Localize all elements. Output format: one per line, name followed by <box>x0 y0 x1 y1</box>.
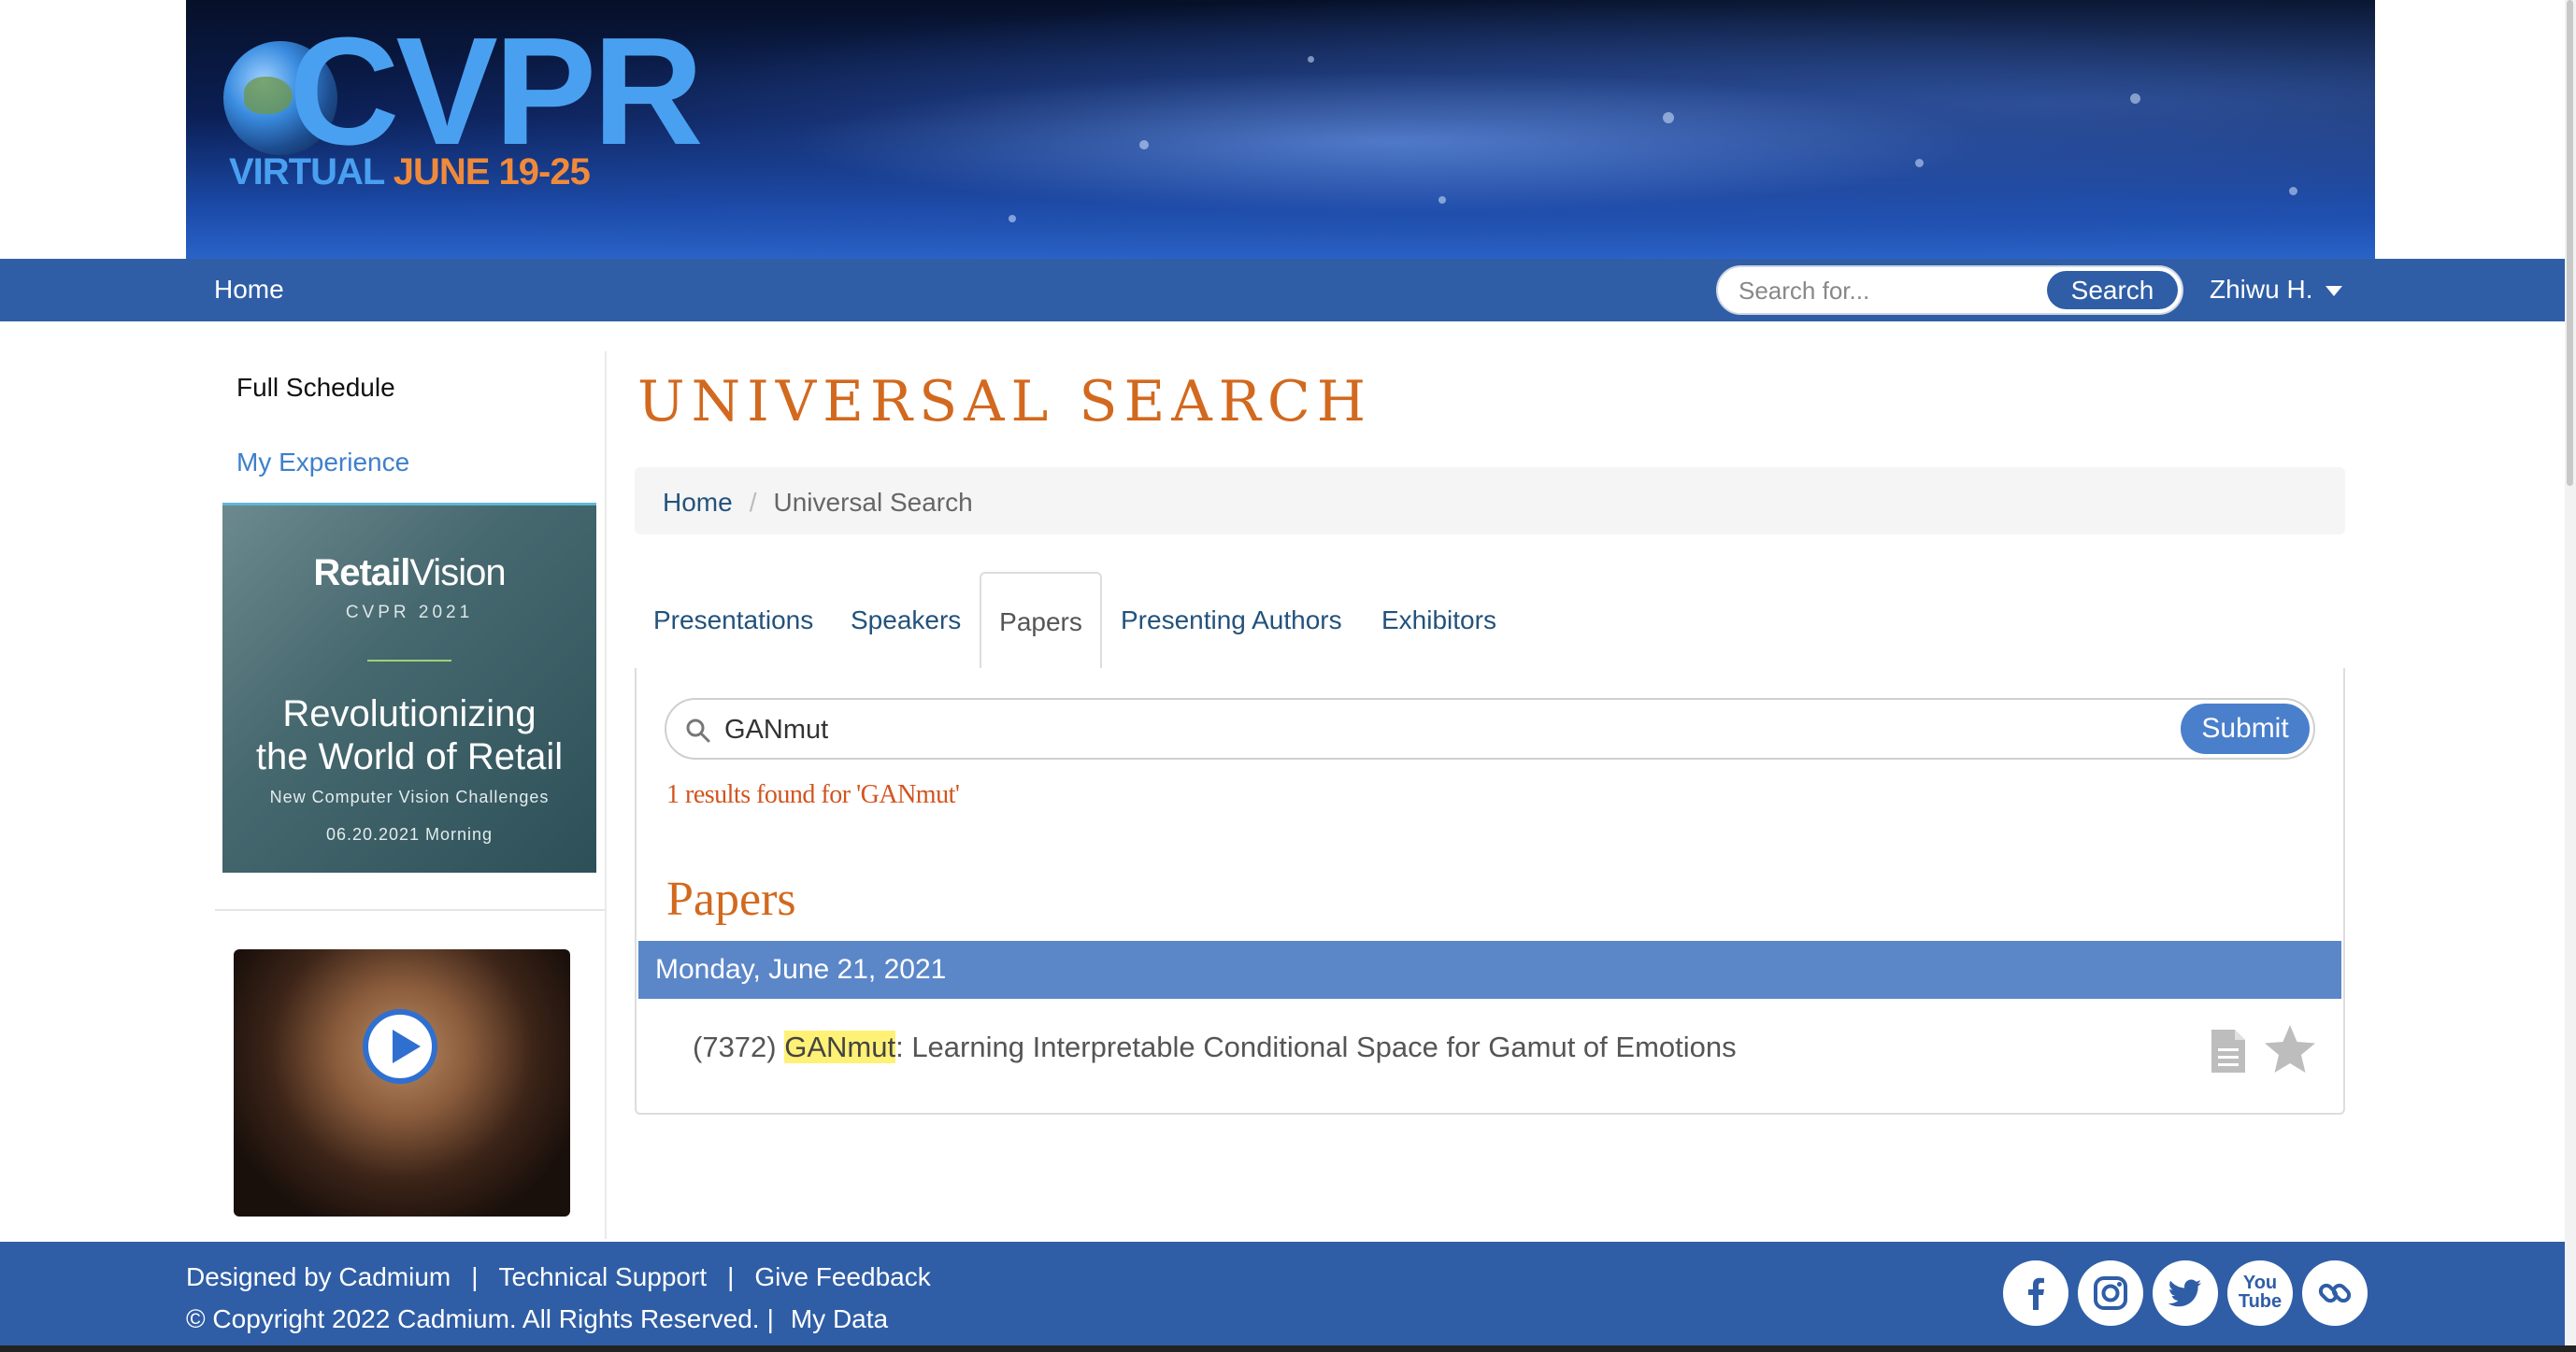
paper-result[interactable]: (7372) GANmut: Learning Interpretable Co… <box>693 1031 1737 1064</box>
tab-speakers[interactable]: Speakers <box>851 605 961 635</box>
twitter-icon[interactable] <box>2153 1260 2218 1326</box>
promo-description: New Computer Vision Challenges <box>269 788 550 806</box>
breadcrumb: Home / Universal Search <box>635 467 2345 534</box>
search-highlight: GANmut <box>784 1031 896 1063</box>
tab-papers[interactable]: Papers <box>980 572 1102 672</box>
global-search-button[interactable]: Search <box>2047 271 2178 309</box>
facebook-icon[interactable] <box>2003 1260 2068 1326</box>
promo-brand-light: Vision <box>409 552 506 593</box>
scrollbar-thumb[interactable] <box>2567 0 2573 486</box>
youtube-label-top: You <box>2242 1273 2278 1293</box>
footer-separator: | <box>727 1262 735 1291</box>
promo-headline: Revolutionizing the World of Retail <box>222 692 596 778</box>
give-feedback-link[interactable]: Give Feedback <box>754 1262 930 1291</box>
user-menu[interactable]: Zhiwu H. <box>2210 275 2343 305</box>
social-links: You Tube <box>2003 1260 2368 1328</box>
breadcrumb-separator: / <box>749 488 757 517</box>
global-search: Search <box>1716 265 2183 315</box>
paper-search: Submit <box>665 698 2315 760</box>
results-panel: Submit 1 results found for 'GANmut' Pape… <box>635 668 2345 1115</box>
breadcrumb-home-link[interactable]: Home <box>663 488 733 517</box>
caret-down-icon <box>2326 286 2343 297</box>
tab-presentations[interactable]: Presentations <box>653 605 813 635</box>
youtube-icon[interactable]: You Tube <box>2227 1260 2293 1326</box>
sidebar-item-full-schedule[interactable]: Full Schedule <box>236 373 395 403</box>
promo-brand: RetailVision <box>222 552 596 594</box>
date-heading: Monday, June 21, 2021 <box>638 941 2341 999</box>
footer-links: Designed by Cadmium | Technical Support | Gi… <box>186 1262 931 1292</box>
play-icon[interactable] <box>363 1009 437 1084</box>
sidebar-divider <box>215 909 606 911</box>
nav-home-link[interactable]: Home <box>214 275 284 305</box>
promo-date: 06.20.2021 Morning <box>325 825 494 844</box>
footer: Designed by Cadmium | Technical Support | Gi… <box>0 1242 2565 1352</box>
technical-support-link[interactable]: Technical Support <box>499 1262 708 1291</box>
search-tabs: Presentations Speakers Papers Presenting… <box>635 572 2345 672</box>
star-icon[interactable] <box>2263 1023 2317 1075</box>
logo-title: CVPR <box>289 6 704 177</box>
header-banner: CVPR VIRTUAL JUNE 19-25 <box>186 0 2375 259</box>
sidebar-item-my-experience[interactable]: My Experience <box>236 448 409 477</box>
link-icon[interactable] <box>2302 1260 2368 1326</box>
results-count: 1 results found for 'GANmut' <box>666 780 960 809</box>
promo-subtitle: CVPR 2021 <box>345 603 474 622</box>
promo-headline-line2: the World of Retail <box>255 736 564 777</box>
paper-search-input[interactable] <box>723 713 2125 747</box>
footer-copyright-row: © Copyright 2022 Cadmium. All Rights Res… <box>186 1304 888 1334</box>
video-thumbnail[interactable] <box>234 949 570 1217</box>
top-navigation: Home Search Zhiwu H. <box>0 259 2565 321</box>
sidebar-border <box>605 351 607 1239</box>
page-title: UNIVERSAL SEARCH <box>637 369 1373 434</box>
breadcrumb-current: Universal Search <box>773 488 973 517</box>
submit-button[interactable]: Submit <box>2181 704 2310 754</box>
paper-title: : Learning Interpretable Conditional Spa… <box>895 1031 1737 1063</box>
logo-virtual: VIRTUAL <box>229 151 385 192</box>
footer-separator: | <box>471 1262 479 1291</box>
user-name: Zhiwu H. <box>2210 275 2313 304</box>
tab-exhibitors[interactable]: Exhibitors <box>1381 605 1496 635</box>
logo-dates: JUNE 19-25 <box>393 151 591 192</box>
copyright-text: © Copyright 2022 Cadmium. All Rights Res… <box>186 1304 760 1333</box>
window-bottom-edge <box>0 1345 2576 1352</box>
cvpr-logo[interactable]: CVPR VIRTUAL JUNE 19-25 <box>223 15 704 196</box>
logo-subtitle: VIRTUAL JUNE 19-25 <box>229 151 591 193</box>
tab-presenting-authors[interactable]: Presenting Authors <box>1121 605 1342 635</box>
promo-divider <box>367 660 451 662</box>
search-icon <box>686 719 710 743</box>
promo-brand-bold: Retail <box>313 552 410 593</box>
designed-by-link[interactable]: Designed by Cadmium <box>186 1262 451 1291</box>
youtube-label-bottom: Tube <box>2238 1291 2283 1312</box>
section-title: Papers <box>666 873 796 926</box>
footer-separator: | <box>766 1304 774 1333</box>
promo-headline-line1: Revolutionizing <box>282 693 537 734</box>
document-icon[interactable] <box>2210 1028 2247 1074</box>
instagram-icon[interactable] <box>2078 1260 2143 1326</box>
paper-id: (7372) <box>693 1031 777 1063</box>
retailvision-promo-banner[interactable]: RetailVision CVPR 2021 Revolutionizing t… <box>222 503 596 873</box>
tab-papers-label: Papers <box>999 607 1082 636</box>
my-data-link[interactable]: My Data <box>791 1304 888 1333</box>
global-search-input[interactable] <box>1737 275 2054 307</box>
page-scrollbar[interactable] <box>2565 0 2576 1352</box>
